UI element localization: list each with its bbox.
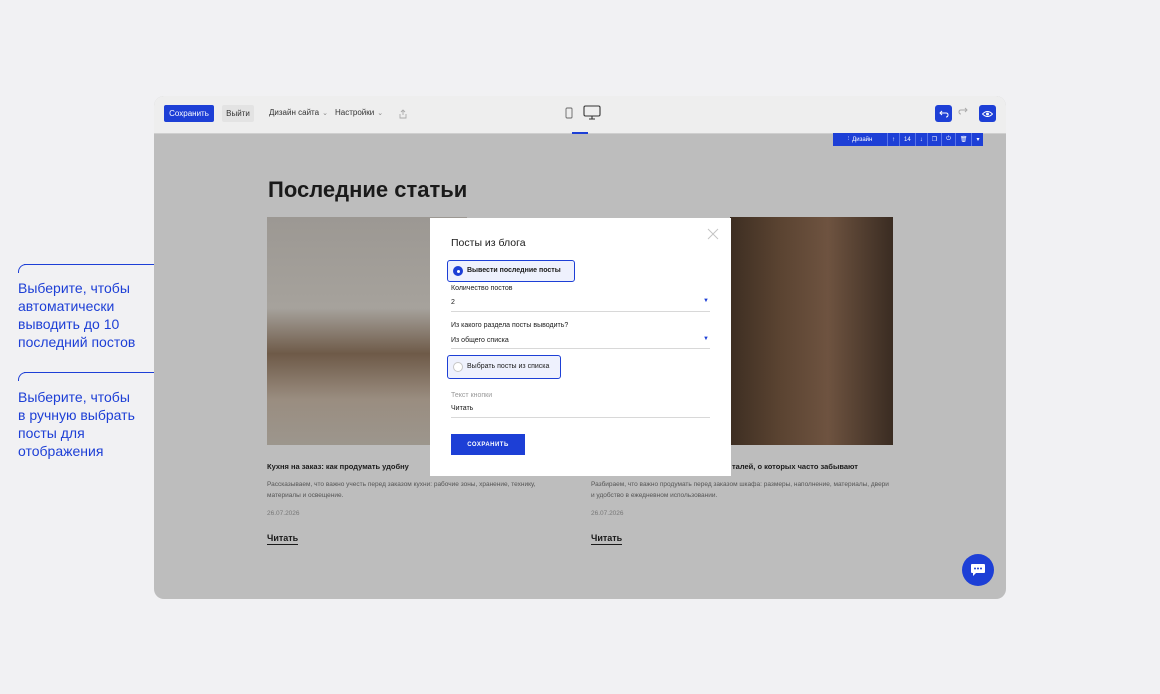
card-1-description: Рассказываем, что важно учесть перед зак… bbox=[267, 481, 536, 499]
sliders-icon: ⫶ bbox=[847, 136, 850, 142]
chat-button[interactable] bbox=[962, 554, 994, 586]
arrow-up-icon: ↑ bbox=[892, 136, 895, 143]
count-select[interactable]: 2 bbox=[451, 299, 455, 306]
section-select[interactable]: Из общего списка bbox=[451, 337, 509, 344]
card-2-read-link[interactable]: Читать bbox=[591, 533, 623, 545]
annotation-2-line-4: отображения bbox=[18, 443, 104, 459]
page-heading: Последние статьи bbox=[268, 177, 468, 202]
annotation-2-curve bbox=[18, 372, 27, 381]
block-design-label: Дизайн bbox=[852, 136, 873, 143]
arrow-down-icon: ↓ bbox=[919, 136, 923, 143]
card-1-title[interactable]: Кухня на заказ: как продумать удобну bbox=[267, 462, 409, 471]
annotation-1-curve bbox=[18, 264, 27, 273]
menu-site-design-label: Дизайн сайта bbox=[269, 108, 320, 117]
blog-posts-modal: Посты из блога Вывести последние посты К… bbox=[430, 218, 731, 476]
menu-settings-label: Настройки bbox=[335, 108, 375, 117]
annotation-2-line-1: Выберите, чтобы bbox=[18, 389, 130, 405]
count-field-label: Количество постов bbox=[451, 285, 513, 292]
power-icon: ⏻ bbox=[946, 136, 951, 142]
section-field-label: Из какого раздела посты выводить? bbox=[451, 322, 569, 329]
exit-button[interactable]: Выйти bbox=[222, 105, 254, 122]
button-text-field-label: Текст кнопки bbox=[451, 392, 493, 399]
option-latest-posts[interactable]: Вывести последние посты bbox=[447, 260, 575, 282]
annotation-2-text: Выберите, чтобы в ручную выбрать посты д… bbox=[18, 388, 135, 460]
save-button[interactable]: Сохранить bbox=[164, 105, 214, 122]
toggle-visibility-button[interactable]: ⏻ bbox=[942, 133, 956, 146]
annotation-1-line-4: последний постов bbox=[18, 334, 136, 350]
radio-unselected-icon bbox=[453, 362, 463, 372]
section-field-underline bbox=[451, 348, 710, 349]
button-text-underline bbox=[451, 417, 710, 418]
block-number: 14 bbox=[900, 133, 916, 146]
active-device-indicator bbox=[572, 132, 588, 134]
publish-icon[interactable] bbox=[395, 106, 411, 121]
annotation-1-line-3: выводить до 10 bbox=[18, 316, 120, 332]
option-choose-posts[interactable]: Выбрать посты из списка bbox=[447, 355, 561, 379]
card-2-description: Разбираем, что важно продумать перед зак… bbox=[591, 481, 889, 499]
duplicate-button[interactable]: ❐ bbox=[928, 133, 943, 146]
modal-title: Посты из блога bbox=[451, 237, 526, 249]
annotation-2-line-3: посты для bbox=[18, 425, 85, 441]
block-design-button[interactable]: ⫶ Дизайн bbox=[833, 133, 888, 146]
menu-site-design[interactable]: Дизайн сайта ⌄ bbox=[269, 108, 328, 117]
annotation-1-line-1: Выберите, чтобы bbox=[18, 280, 130, 296]
trash-icon: 🗑 bbox=[959, 137, 968, 143]
radio-selected-icon bbox=[453, 266, 463, 276]
count-field-underline bbox=[451, 311, 710, 312]
editor-topbar: Сохранить Выйти Дизайн сайта ⌄ Настройки ⌄ bbox=[154, 96, 1006, 134]
option-latest-posts-label: Вывести последние посты bbox=[467, 267, 561, 274]
caret-down-icon[interactable]: ▼ bbox=[703, 336, 709, 342]
undo-button[interactable] bbox=[935, 105, 952, 122]
redo-icon[interactable] bbox=[958, 106, 968, 118]
close-icon[interactable] bbox=[707, 227, 719, 245]
annotation-2-line-2: в ручную выбрать bbox=[18, 407, 135, 423]
chevron-down-icon: ⌄ bbox=[377, 110, 384, 117]
menu-settings[interactable]: Настройки ⌄ bbox=[335, 108, 383, 117]
caret-down-icon: ▾ bbox=[976, 137, 980, 143]
mobile-view-icon[interactable] bbox=[565, 106, 573, 124]
annotation-1-line-2: автоматически bbox=[18, 298, 115, 314]
card-2-title[interactable]: талей, о которых часто забывают bbox=[732, 462, 858, 471]
preview-button[interactable] bbox=[979, 105, 996, 122]
block-toolbar: ⫶ Дизайн ↑ 14 ↓ ❐ ⏻ 🗑 ▾ bbox=[833, 133, 984, 146]
more-button[interactable]: ▾ bbox=[972, 133, 983, 146]
card-2-date: 26.07.2026 bbox=[591, 510, 624, 517]
card-1-date: 26.07.2026 bbox=[267, 510, 300, 517]
card-1-read-link[interactable]: Читать bbox=[267, 533, 299, 545]
chevron-down-icon: ⌄ bbox=[322, 110, 328, 117]
caret-down-icon[interactable]: ▼ bbox=[703, 298, 709, 304]
modal-save-button[interactable]: СОХРАНИТЬ bbox=[451, 434, 525, 455]
desktop-view-icon[interactable] bbox=[583, 105, 601, 126]
button-text-input[interactable]: Читать bbox=[451, 405, 473, 412]
copy-icon: ❐ bbox=[931, 137, 938, 143]
annotation-1-text: Выберите, чтобы автоматически выводить д… bbox=[18, 279, 135, 351]
move-down-button[interactable]: ↓ bbox=[916, 133, 928, 146]
card-2-image bbox=[730, 217, 893, 445]
delete-button[interactable]: 🗑 bbox=[956, 133, 973, 146]
option-choose-posts-label: Выбрать посты из списка bbox=[467, 363, 550, 370]
move-up-button[interactable]: ↑ bbox=[888, 133, 900, 146]
